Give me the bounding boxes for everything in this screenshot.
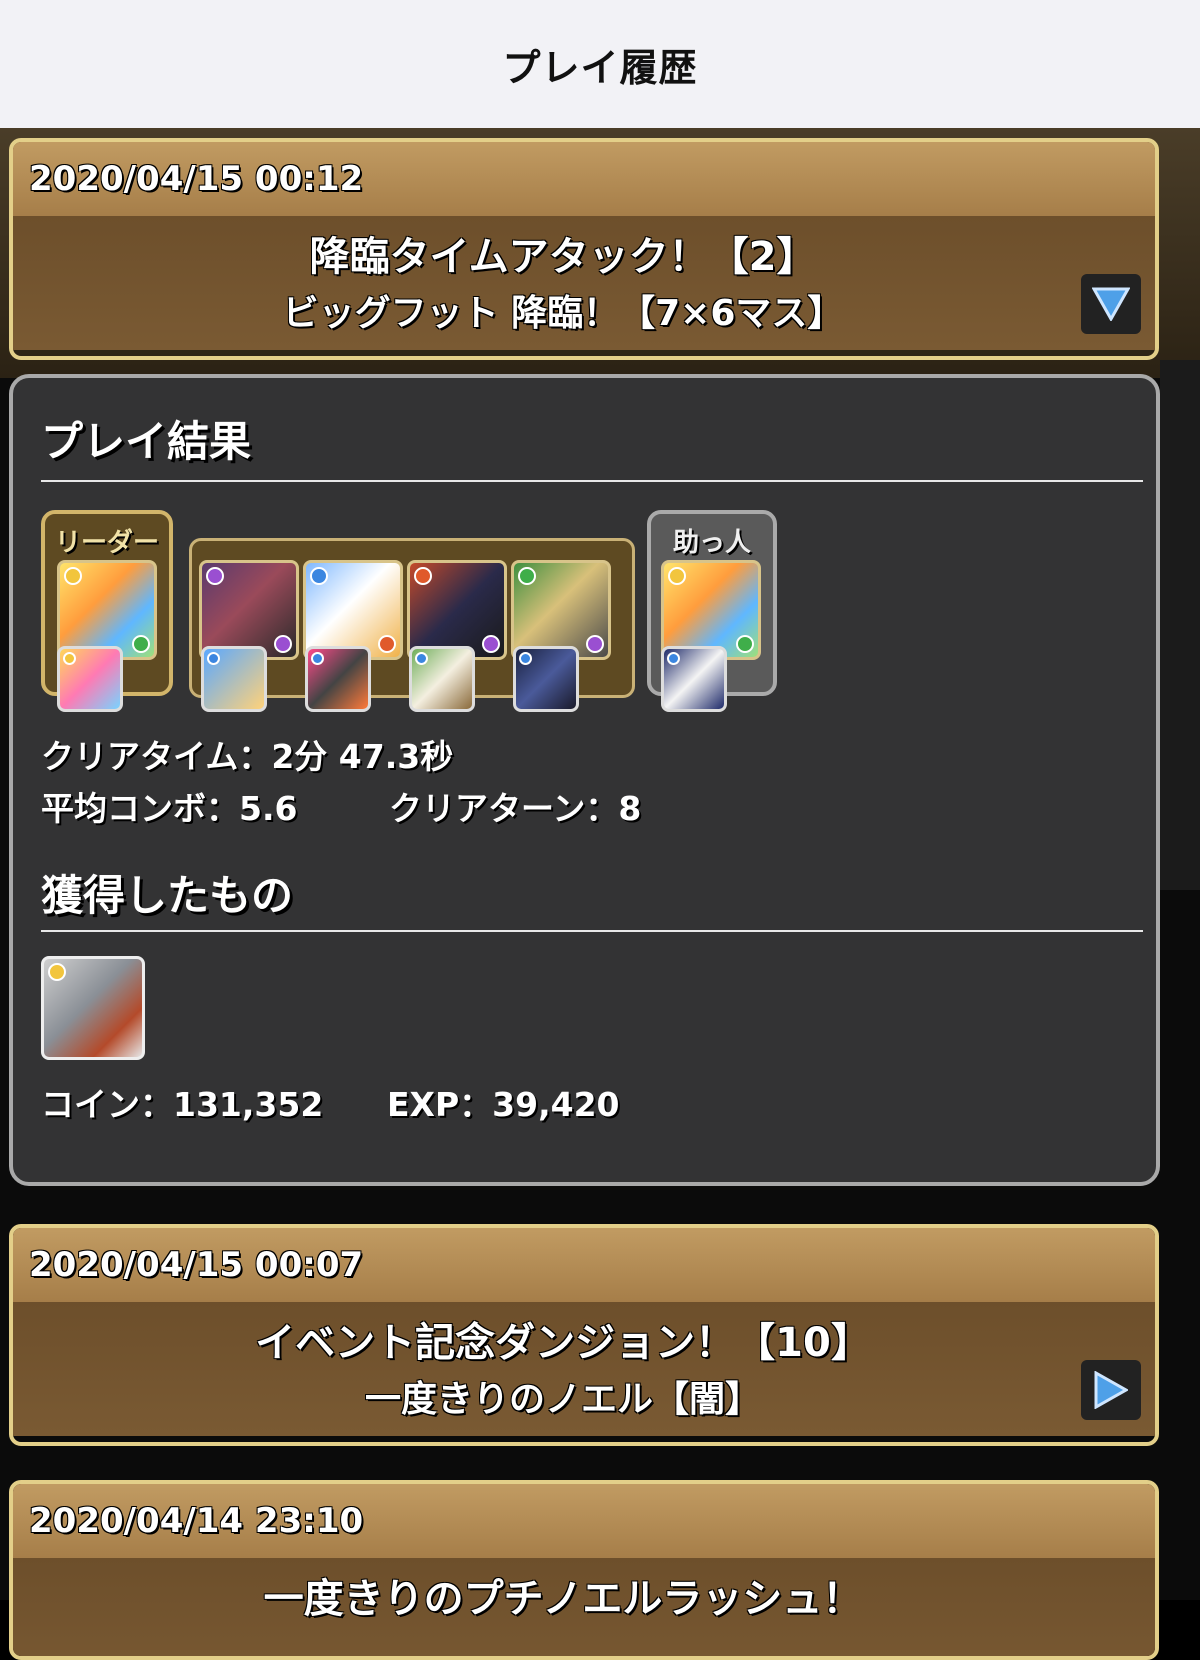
light-attribute-icon: [48, 963, 66, 981]
triangle-down-icon: [1092, 287, 1130, 321]
leader-monster-icon[interactable]: [57, 560, 157, 660]
team-monster-3-icon[interactable]: [407, 560, 507, 660]
team-monster-2-icon[interactable]: [303, 560, 403, 660]
play-result-panel: プレイ結果 リーダー 助っ人 クリアタイム：2分 47.3秒 平均コンボ：5.6…: [9, 374, 1160, 1186]
helper-assist-icon[interactable]: [661, 646, 727, 712]
triangle-right-icon: [1094, 1371, 1128, 1409]
top-bar: プレイ履歴: [0, 0, 1200, 128]
clear-time: クリアタイム：2分 47.3秒: [41, 737, 454, 776]
history-entry[interactable]: 2020/04/14 23:10 一度きりのプチノエルラッシュ！: [9, 1480, 1159, 1660]
wood-attribute-icon: [132, 635, 150, 653]
obtained-monster-icon[interactable]: [41, 956, 145, 1060]
divider: [41, 930, 1143, 932]
collapse-toggle-button[interactable]: [1081, 274, 1141, 334]
light-attribute-icon: [64, 567, 82, 585]
entry-date: 2020/04/15 00:12: [29, 159, 364, 199]
helper-label: 助っ人: [672, 528, 751, 558]
expand-toggle-button[interactable]: [1081, 1360, 1141, 1420]
page-title: プレイ履歴: [502, 45, 698, 90]
leader-assist-icon[interactable]: [57, 646, 123, 712]
play-result-title: プレイ結果: [41, 417, 252, 466]
team-assist-4-icon[interactable]: [513, 646, 579, 712]
history-entry[interactable]: 2020/04/15 00:12 降臨タイムアタック！【2】 ビッグフット 降臨…: [9, 138, 1159, 360]
floor-name: ビッグフット 降臨！【7×6マス】: [282, 293, 844, 334]
exp-earned: EXP：39,420: [387, 1085, 620, 1124]
average-combo: 平均コンボ：5.6: [41, 789, 298, 828]
leader-label: リーダー: [54, 528, 159, 558]
team-assist-1-icon[interactable]: [201, 646, 267, 712]
dungeon-name: イベント記念ダンジョン！【10】: [255, 1320, 871, 1366]
entry-date: 2020/04/14 23:10: [29, 1501, 364, 1541]
divider: [41, 480, 1143, 482]
dungeon-name: 一度きりのプチノエルラッシュ！: [263, 1576, 863, 1622]
clear-turns: クリアターン：8: [389, 789, 642, 828]
floor-name: 一度きりのノエル【闇】: [364, 1379, 761, 1420]
background-edge: [1160, 360, 1200, 890]
team-assist-3-icon[interactable]: [409, 646, 475, 712]
team-monster-4-icon[interactable]: [511, 560, 611, 660]
history-entry[interactable]: 2020/04/15 00:07 イベント記念ダンジョン！【10】 一度きりのノ…: [9, 1224, 1159, 1446]
obtained-title: 獲得したもの: [41, 871, 294, 920]
coins-earned: コイン：131,352: [41, 1085, 324, 1124]
team-monster-1-icon[interactable]: [199, 560, 299, 660]
helper-monster-icon[interactable]: [661, 560, 761, 660]
entry-date: 2020/04/15 00:07: [29, 1245, 364, 1285]
dungeon-name: 降臨タイムアタック！【2】: [309, 234, 817, 280]
team-assist-2-icon[interactable]: [305, 646, 371, 712]
